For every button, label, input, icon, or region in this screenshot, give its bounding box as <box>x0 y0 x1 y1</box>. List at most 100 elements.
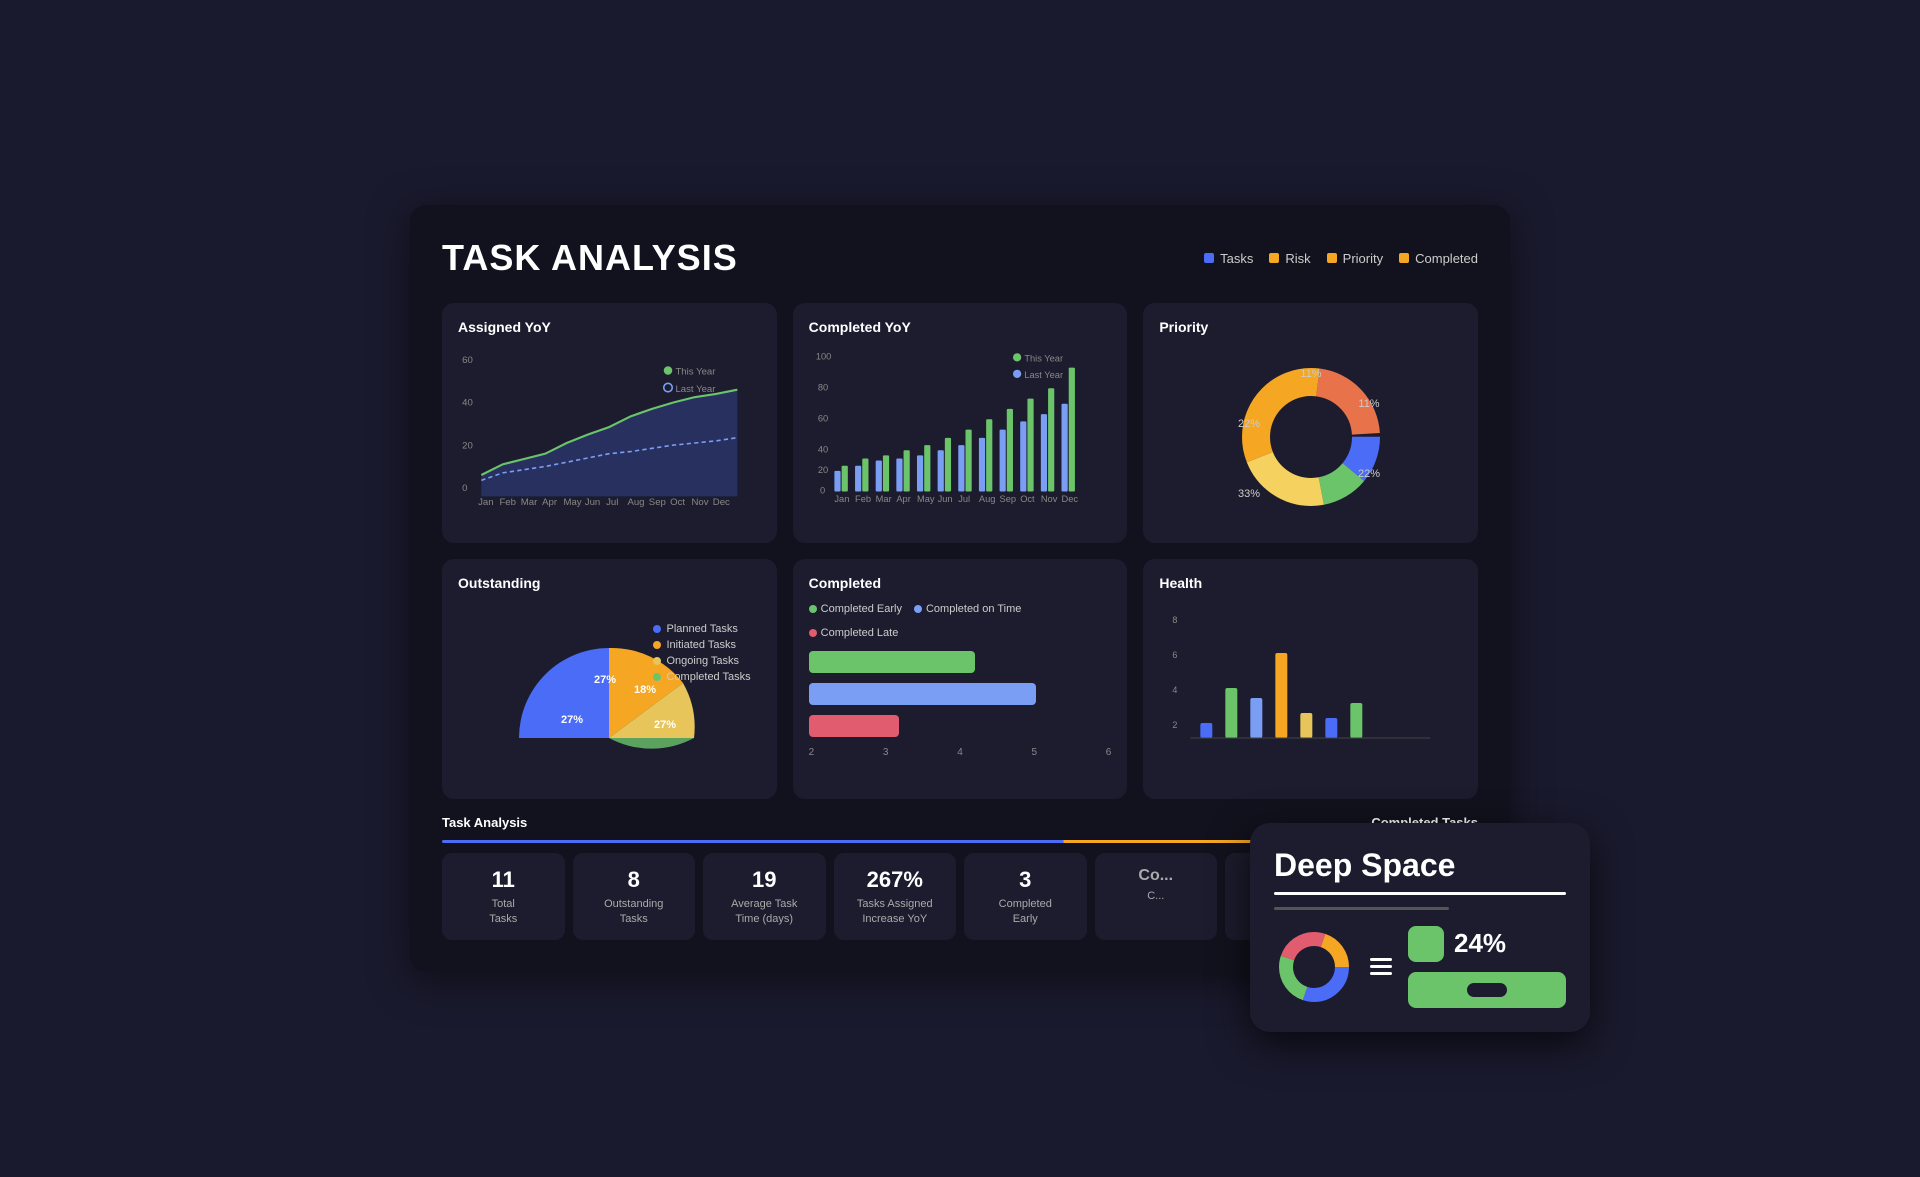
priority-donut-svg: 11% 11% 22% 33% 22% <box>1221 347 1401 527</box>
health-card: Health 8 6 4 2 <box>1143 559 1478 799</box>
legend-tabs: Tasks Risk Priority Completed <box>1204 251 1478 266</box>
svg-text:40: 40 <box>462 398 473 409</box>
svg-text:33%: 33% <box>1238 488 1260 500</box>
hamburger-icon[interactable] <box>1370 958 1392 975</box>
stat-completed-col2: Co... C... <box>1095 853 1218 940</box>
green-bar[interactable] <box>1408 972 1566 1008</box>
top-grid: Assigned YoY 60 40 20 0 <box>442 303 1478 543</box>
percent-badge: 24% <box>1408 926 1566 962</box>
bar-late <box>809 715 900 737</box>
svg-text:May: May <box>917 494 935 504</box>
h-bars <box>809 651 1112 737</box>
outstanding-legend: Planned Tasks Initiated Tasks Ongoing Ta… <box>653 623 750 687</box>
svg-text:Nov: Nov <box>1041 494 1058 504</box>
header: TASK ANALYSIS Tasks Risk Priority Comple… <box>442 237 1478 279</box>
svg-text:Oct: Oct <box>1020 494 1035 504</box>
svg-text:Sep: Sep <box>649 497 666 507</box>
svg-text:Jun: Jun <box>585 497 600 507</box>
completed-legend: Completed Early Completed on Time Comple… <box>809 603 1112 639</box>
svg-text:This Year: This Year <box>675 367 716 378</box>
tab-priority[interactable]: Priority <box>1327 251 1383 266</box>
completed-dot <box>1399 253 1409 263</box>
bottom-grid: Outstanding 27% 18% <box>442 559 1478 799</box>
tab-completed[interactable]: Completed <box>1399 251 1478 266</box>
deep-space-card: Deep Space 24% <box>1250 823 1590 1032</box>
svg-text:May: May <box>563 497 581 507</box>
svg-text:Feb: Feb <box>499 497 516 507</box>
svg-text:27%: 27% <box>561 714 583 726</box>
svg-text:This Year: This Year <box>1024 354 1063 364</box>
deep-space-divider1 <box>1274 892 1566 895</box>
svg-text:40: 40 <box>818 444 828 454</box>
assigned-yoy-chart: 60 40 20 0 Jan Feb Mar Ap <box>458 347 761 507</box>
svg-text:Mar: Mar <box>521 497 538 507</box>
svg-text:Last Year: Last Year <box>675 384 716 395</box>
completed-bars-area: Completed Early Completed on Time Comple… <box>809 603 1112 783</box>
bar-ontime <box>809 683 1036 705</box>
svg-text:Sep: Sep <box>999 494 1016 504</box>
outstanding-card: Outstanding 27% 18% <box>442 559 777 799</box>
svg-text:100: 100 <box>815 352 831 362</box>
completed-yoy-svg: 100 80 60 40 20 0 <box>809 347 1112 507</box>
stat-avg-task-time: 19 Average TaskTime (days) <box>703 853 826 940</box>
svg-text:27%: 27% <box>654 719 676 731</box>
page-title: TASK ANALYSIS <box>442 237 738 279</box>
health-title: Health <box>1159 575 1462 591</box>
priority-donut-area: 11% 11% 22% 33% 22% <box>1159 347 1462 527</box>
svg-text:60: 60 <box>818 414 828 424</box>
svg-text:0: 0 <box>820 486 825 496</box>
svg-text:Jun: Jun <box>937 494 952 504</box>
completed-bars-card: Completed Completed Early Completed on T… <box>793 559 1128 799</box>
priority-title: Priority <box>1159 319 1462 335</box>
green-square <box>1408 926 1444 962</box>
svg-text:27%: 27% <box>594 674 616 686</box>
svg-text:Jul: Jul <box>606 497 618 507</box>
completed-yoy-card: Completed YoY 100 80 60 40 20 0 <box>793 303 1128 543</box>
assigned-yoy-svg: 60 40 20 0 Jan Feb Mar Ap <box>458 347 761 507</box>
bar-early <box>809 651 975 673</box>
deep-space-divider2 <box>1274 907 1449 910</box>
svg-text:22%: 22% <box>1238 418 1260 430</box>
svg-text:Jul: Jul <box>958 494 970 504</box>
svg-text:20: 20 <box>462 441 473 452</box>
svg-text:Feb: Feb <box>855 494 871 504</box>
svg-text:2: 2 <box>1173 720 1178 730</box>
svg-text:22%: 22% <box>1358 468 1380 480</box>
svg-text:Nov: Nov <box>691 497 708 507</box>
deep-space-content: 24% <box>1274 926 1566 1008</box>
svg-text:Oct: Oct <box>670 497 685 507</box>
deep-space-right: 24% <box>1408 926 1566 1008</box>
health-chart-area: 8 6 4 2 <box>1159 603 1462 783</box>
svg-text:Dec: Dec <box>1061 494 1078 504</box>
area-fill <box>481 390 737 497</box>
svg-text:Jan: Jan <box>834 494 849 504</box>
deep-space-title: Deep Space <box>1274 847 1566 884</box>
risk-dot <box>1269 253 1279 263</box>
svg-text:11%: 11% <box>1300 368 1321 380</box>
svg-text:Jan: Jan <box>478 497 493 507</box>
priority-card: Priority 11% 11% <box>1143 303 1478 543</box>
outer-wrapper: TASK ANALYSIS Tasks Risk Priority Comple… <box>410 205 1510 972</box>
tab-tasks[interactable]: Tasks <box>1204 251 1253 266</box>
svg-text:8: 8 <box>1173 615 1178 625</box>
seg-completed <box>609 738 694 749</box>
assigned-yoy-card: Assigned YoY 60 40 20 0 <box>442 303 777 543</box>
svg-text:4: 4 <box>1173 685 1178 695</box>
stat-tasks-increase: 267% Tasks AssignedIncrease YoY <box>834 853 957 940</box>
svg-text:11%: 11% <box>1358 398 1379 410</box>
completed-bars-title: Completed <box>809 575 1112 591</box>
svg-text:Last Year: Last Year <box>1024 370 1063 380</box>
stat-outstanding-tasks: 8 OutstandingTasks <box>573 853 696 940</box>
svg-text:0: 0 <box>462 483 467 494</box>
completed-yoy-title: Completed YoY <box>809 319 1112 335</box>
stat-completed-early: 3 CompletedEarly <box>964 853 1087 940</box>
bar-pill <box>1467 983 1507 997</box>
completed-yoy-chart: 100 80 60 40 20 0 <box>809 347 1112 507</box>
priority-dot <box>1327 253 1337 263</box>
tab-risk[interactable]: Risk <box>1269 251 1310 266</box>
svg-text:60: 60 <box>462 355 473 366</box>
svg-text:20: 20 <box>818 465 828 475</box>
svg-text:80: 80 <box>818 383 828 393</box>
outstanding-title: Outstanding <box>458 575 761 591</box>
svg-text:Aug: Aug <box>979 494 996 504</box>
